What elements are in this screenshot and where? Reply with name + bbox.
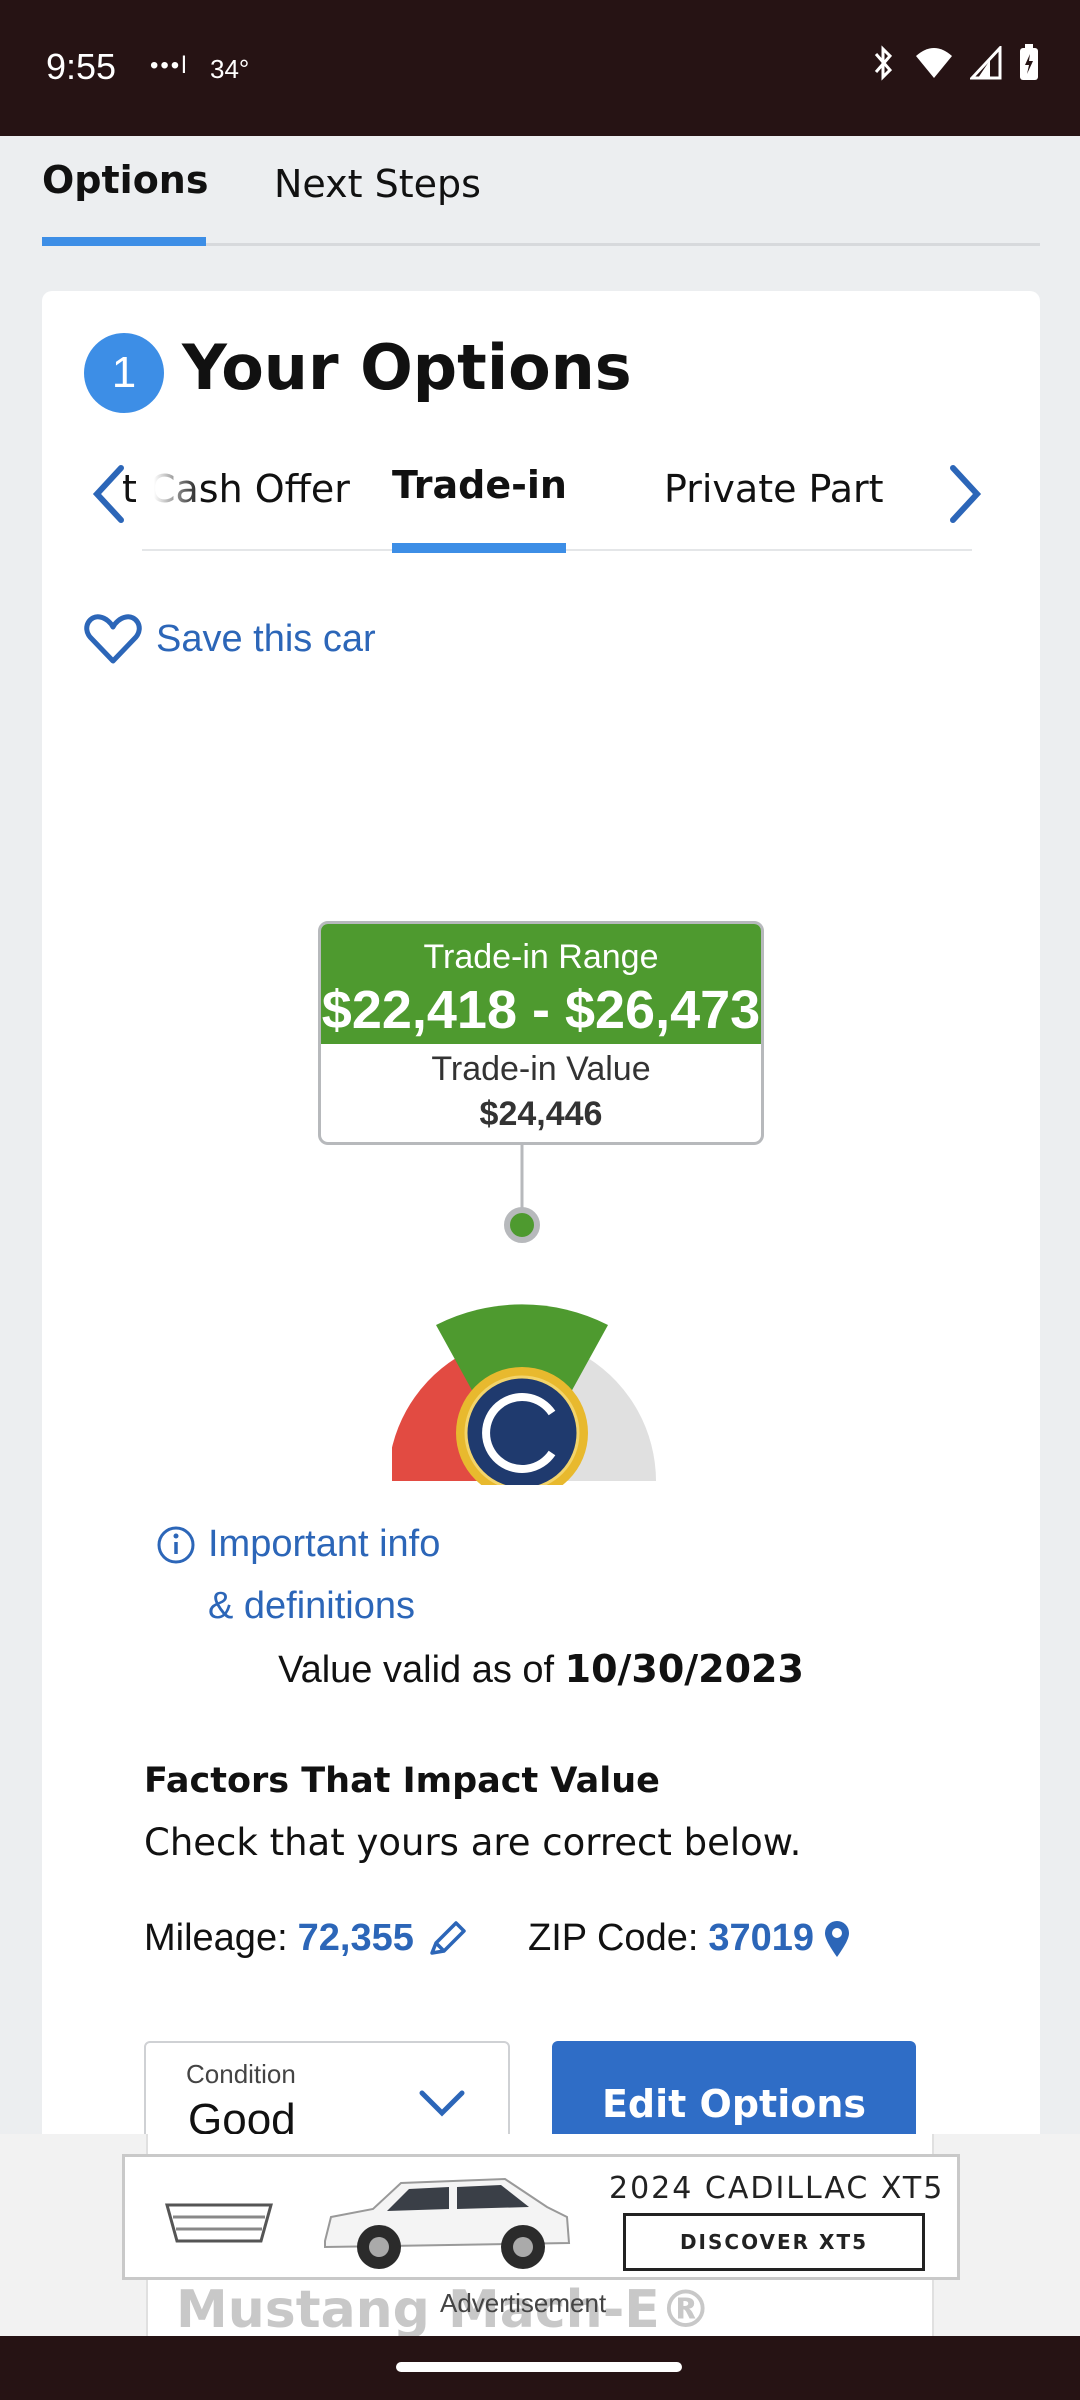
ad-region: Mustang Mach-E® 2024 CADILLAC XT5 DISCOV… — [0, 2134, 1080, 2340]
trade-in-value-box: Trade-in Value $24,446 — [321, 1044, 761, 1134]
card-title: Your Options — [182, 331, 632, 404]
cadillac-logo-icon — [165, 2203, 273, 2243]
subtabs-prev-button[interactable] — [84, 459, 134, 529]
advertisement-label: Advertisement — [440, 2288, 607, 2318]
notification-dots: •••l — [150, 52, 189, 79]
tab-active-indicator — [42, 237, 206, 246]
page: Options Next Steps 1 Your Options t Cash… — [0, 136, 1080, 2336]
tab-next-steps[interactable]: Next Steps — [274, 162, 481, 206]
factors-title: Factors That Impact Value — [144, 1761, 660, 1801]
location-pin-icon — [825, 1920, 850, 1957]
subtab-private-party[interactable]: Private Part — [664, 467, 884, 511]
trade-in-value: $24,446 — [479, 1095, 603, 1133]
pencil-icon — [430, 1920, 466, 1955]
chevron-down-icon — [419, 2090, 465, 2117]
chevron-left-icon — [92, 465, 124, 523]
top-tabs: Options Next Steps — [42, 136, 1040, 246]
important-info-line2: & definitions — [208, 1585, 416, 1627]
home-gesture-handle[interactable] — [396, 2362, 682, 2372]
chevron-right-icon — [950, 465, 982, 523]
trade-in-range-label: Trade-in Range — [423, 938, 659, 976]
navigation-bar — [0, 2336, 1080, 2400]
suv-car-image — [324, 2177, 571, 2269]
zip-value: 37019 — [708, 1917, 815, 1959]
gauge-pointer-dot — [504, 1207, 540, 1243]
ad-headline: 2024 CADILLAC XT5 — [609, 2171, 945, 2206]
status-bar: 9:55 •••l 34° — [0, 0, 1080, 136]
ad-cta-button[interactable]: DISCOVER XT5 — [623, 2213, 925, 2271]
offer-subtabs: t Cash Offer Trade-in Private Part — [122, 431, 972, 553]
zip-code-field[interactable]: ZIP Code: 37019 — [528, 1917, 852, 1960]
signal-icon — [970, 46, 1002, 80]
value-valid-prefix: Value valid as of — [278, 1649, 555, 1691]
tab-options[interactable]: Options — [42, 158, 208, 202]
ad-banner[interactable]: 2024 CADILLAC XT5 DISCOVER XT5 — [122, 2154, 960, 2280]
bluetooth-icon — [874, 45, 893, 81]
subtabs-next-button[interactable] — [940, 459, 990, 529]
battery-icon — [1020, 44, 1038, 80]
zip-label: ZIP Code: — [528, 1917, 699, 1959]
subtab-active-indicator — [392, 543, 566, 553]
condition-label: Condition — [186, 2059, 296, 2089]
subtab-trade-in[interactable]: Trade-in — [392, 463, 567, 507]
status-time: 9:55 — [46, 46, 117, 87]
options-card: 1 Your Options t Cash Offer Trade-in Pri… — [42, 291, 1040, 2271]
trade-in-value-label: Trade-in Value — [431, 1050, 651, 1088]
save-car-label: Save this car — [156, 617, 376, 660]
wifi-icon — [916, 48, 952, 78]
value-gauge — [392, 1145, 656, 1485]
trade-in-range-box: Trade-in Range $22,418 - $26,473 — [321, 924, 761, 1044]
subtabs-fade-left — [142, 431, 202, 541]
mileage-value: 72,355 — [297, 1917, 414, 1959]
value-valid-date: Value valid as of 10/30/2023 — [42, 1647, 1040, 1692]
important-info-line1: Important info — [208, 1523, 441, 1565]
step-badge: 1 — [84, 333, 164, 413]
value-callout: Trade-in Range $22,418 - $26,473 Trade-i… — [318, 921, 764, 1145]
info-icon — [157, 1526, 195, 1564]
heart-icon — [84, 614, 142, 664]
mileage-field[interactable]: Mileage: 72,355 — [144, 1917, 470, 1960]
system-icons — [870, 44, 1040, 82]
value-valid-date-text: 10/30/2023 — [564, 1647, 804, 1691]
save-car-button[interactable]: Save this car — [84, 613, 376, 665]
status-temperature: 34° — [210, 54, 250, 84]
trade-in-range-value: $22,418 - $26,473 — [321, 980, 761, 1040]
factors-subtitle: Check that yours are correct below. — [144, 1821, 802, 1864]
mileage-label: Mileage: — [144, 1917, 288, 1959]
